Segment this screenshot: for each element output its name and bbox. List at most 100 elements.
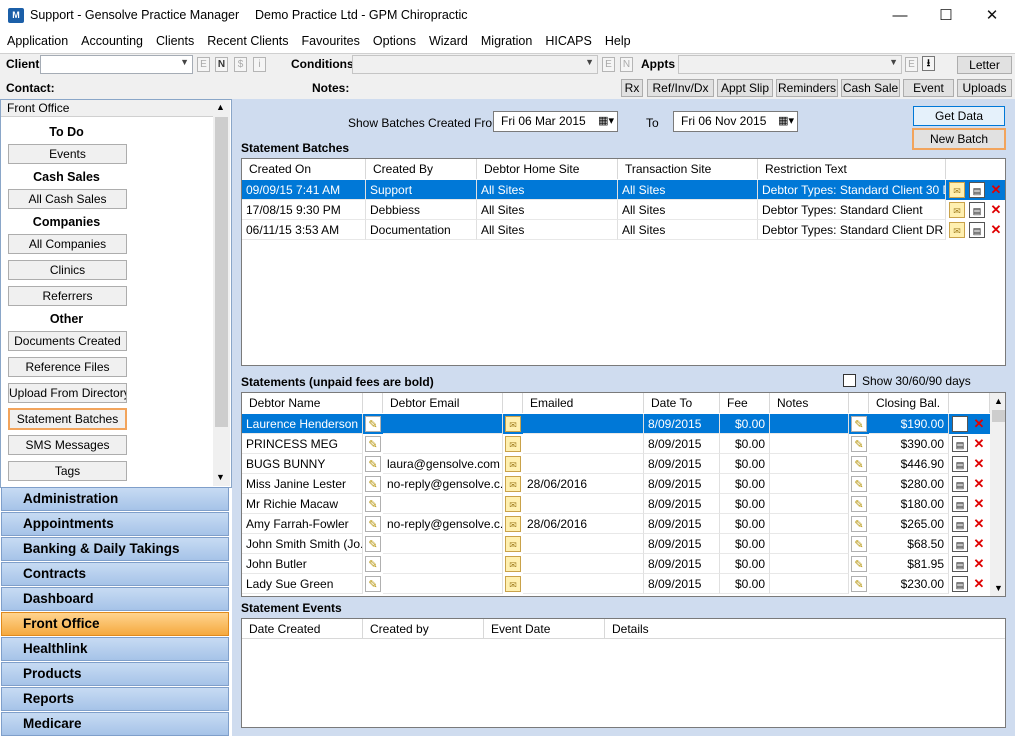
referrers-nav-button[interactable]: Referrers [8, 286, 127, 306]
email-icon[interactable]: ✉ [505, 496, 521, 512]
chevron-down-icon[interactable]: ▼ [216, 472, 225, 482]
close-window-icon[interactable]: ✕ [969, 0, 1015, 31]
menu-recent-clients[interactable]: Recent Clients [207, 31, 288, 48]
table-row[interactable]: Laurence Henderson 8/09/2015 $0.00 $190.00 ✎… [242, 414, 990, 434]
appts-combo[interactable]: ▼ [678, 55, 902, 74]
table-row[interactable]: 17/08/15 9:30 PM Debbiess All Sites All … [242, 200, 1005, 220]
print-icon[interactable]: ▤ [952, 456, 968, 472]
letter-button[interactable]: Letter [957, 56, 1012, 74]
edit-notes-icon[interactable]: ✎ [851, 536, 867, 552]
reminders-button[interactable]: Reminders [776, 79, 838, 97]
email-icon[interactable]: ✉ [505, 536, 521, 552]
col-created-by[interactable]: Created By [366, 159, 477, 179]
client-dollar-button[interactable]: $ [234, 57, 247, 72]
menu-accounting[interactable]: Accounting [81, 31, 143, 48]
statements-scrollbar[interactable]: ▲ ▼ [990, 393, 1005, 596]
delete-icon[interactable]: ✕ [971, 496, 987, 512]
delete-icon[interactable]: ✕ [971, 576, 987, 592]
module-medicare[interactable]: Medicare [1, 712, 229, 736]
delete-icon[interactable]: ✕ [988, 222, 1004, 238]
delete-icon[interactable]: ✕ [988, 202, 1004, 218]
chevron-up-icon[interactable]: ▲ [994, 396, 1003, 406]
client-info-button[interactable]: i [253, 57, 266, 72]
statement-batches-nav-button[interactable]: Statement Batches [8, 408, 127, 430]
reference-files-nav-button[interactable]: Reference Files [8, 357, 127, 377]
calendar-icon[interactable]: ▦▾ [778, 112, 794, 131]
print-icon[interactable]: ▤ [952, 496, 968, 512]
col-details[interactable]: Details [605, 619, 1005, 639]
email-icon[interactable]: ✉ [505, 456, 521, 472]
email-icon[interactable]: ✉ [949, 182, 965, 198]
menu-wizard[interactable]: Wizard [429, 31, 468, 48]
print-icon[interactable]: ▤ [952, 476, 968, 492]
module-dashboard[interactable]: Dashboard [1, 587, 229, 611]
email-icon[interactable]: ✉ [949, 202, 965, 218]
col-date-created[interactable]: Date Created [242, 619, 363, 639]
edit-notes-icon[interactable]: ✎ [851, 496, 867, 512]
col-emailed[interactable]: Emailed [523, 393, 644, 413]
edit-notes-icon[interactable]: ✎ [851, 576, 867, 592]
col-closing-bal[interactable]: Closing Bal. [869, 393, 949, 413]
menu-favourites[interactable]: Favourites [302, 31, 360, 48]
print-icon[interactable]: ▤ [969, 182, 985, 198]
all-companies-nav-button[interactable]: All Companies [8, 234, 127, 254]
minimize-icon[interactable]: — [877, 0, 923, 31]
edit-notes-icon[interactable]: ✎ [851, 456, 867, 472]
client-n-button[interactable]: N [215, 57, 228, 72]
from-date-picker[interactable]: Fri 06 Mar 2015 ▦▾ [493, 111, 618, 132]
col-debtor-home-site[interactable]: Debtor Home Site [477, 159, 618, 179]
menu-application[interactable]: Application [7, 31, 68, 48]
menu-help[interactable]: Help [605, 31, 631, 48]
delete-icon[interactable]: ✕ [971, 416, 987, 432]
table-row[interactable]: John Smith Smith (Jo... 8/09/2015 $0.00 $68… [242, 534, 990, 554]
col-debtor-name[interactable]: Debtor Name [242, 393, 363, 413]
col-event-created-by[interactable]: Created by [363, 619, 484, 639]
print-icon[interactable]: ▤ [952, 416, 968, 432]
edit-name-icon[interactable]: ✎ [365, 576, 381, 592]
edit-name-icon[interactable]: ✎ [365, 456, 381, 472]
chevron-up-icon[interactable]: ▲ [216, 102, 225, 112]
menu-options[interactable]: Options [373, 31, 416, 48]
table-row[interactable]: BUGS BUNNY laura@gensolve.com 8/09/2015 $0.… [242, 454, 990, 474]
col-fee[interactable]: Fee [720, 393, 770, 413]
edit-name-icon[interactable]: ✎ [365, 516, 381, 532]
to-date-picker[interactable]: Fri 06 Nov 2015 ▦▾ [673, 111, 798, 132]
edit-notes-icon[interactable]: ✎ [851, 516, 867, 532]
delete-icon[interactable]: ✕ [971, 556, 987, 572]
clinics-nav-button[interactable]: Clinics [8, 260, 127, 280]
email-icon[interactable]: ✉ [505, 556, 521, 572]
menu-migration[interactable]: Migration [481, 31, 532, 48]
upload-from-directory-nav-button[interactable]: Upload From Directory [8, 383, 127, 403]
email-icon[interactable]: ✉ [505, 516, 521, 532]
table-row[interactable]: Amy Farrah-Fowler no-reply@gensolve.c... 2… [242, 514, 990, 534]
events-nav-button[interactable]: Events [8, 144, 127, 164]
email-icon[interactable]: ✉ [505, 416, 521, 432]
col-debtor-email[interactable]: Debtor Email [383, 393, 503, 413]
module-appointments[interactable]: Appointments [1, 512, 229, 536]
module-banking-daily-takings[interactable]: Banking & Daily Takings [1, 537, 229, 561]
ref-inv-dx-button[interactable]: Ref/Inv/Dx [647, 79, 714, 97]
table-row[interactable]: 06/11/15 3:53 AM Documentation All Sites… [242, 220, 1005, 240]
email-icon[interactable]: ✉ [505, 576, 521, 592]
sms-messages-nav-button[interactable]: SMS Messages [8, 435, 127, 455]
print-icon[interactable]: ▤ [952, 516, 968, 532]
module-products[interactable]: Products [1, 662, 229, 686]
uploads-button[interactable]: Uploads [957, 79, 1012, 97]
edit-name-icon[interactable]: ✎ [365, 436, 381, 452]
show-days-checkbox[interactable] [843, 374, 856, 387]
delete-icon[interactable]: ✕ [971, 476, 987, 492]
module-healthlink[interactable]: Healthlink [1, 637, 229, 661]
conditions-e-button[interactable]: E [602, 57, 615, 72]
print-icon[interactable]: ▤ [969, 222, 985, 238]
col-created-on[interactable]: Created On [242, 159, 366, 179]
conditions-n-button[interactable]: N [620, 57, 633, 72]
tags-nav-button[interactable]: Tags [8, 461, 127, 481]
all-cash-sales-nav-button[interactable]: All Cash Sales [8, 189, 127, 209]
email-icon[interactable]: ✉ [505, 436, 521, 452]
chevron-down-icon[interactable]: ▼ [994, 583, 1003, 593]
edit-name-icon[interactable]: ✎ [365, 556, 381, 572]
documents-created-nav-button[interactable]: Documents Created [8, 331, 127, 351]
col-transaction-site[interactable]: Transaction Site [618, 159, 758, 179]
col-restriction-text[interactable]: Restriction Text [758, 159, 946, 179]
module-front-office[interactable]: Front Office [1, 612, 229, 636]
